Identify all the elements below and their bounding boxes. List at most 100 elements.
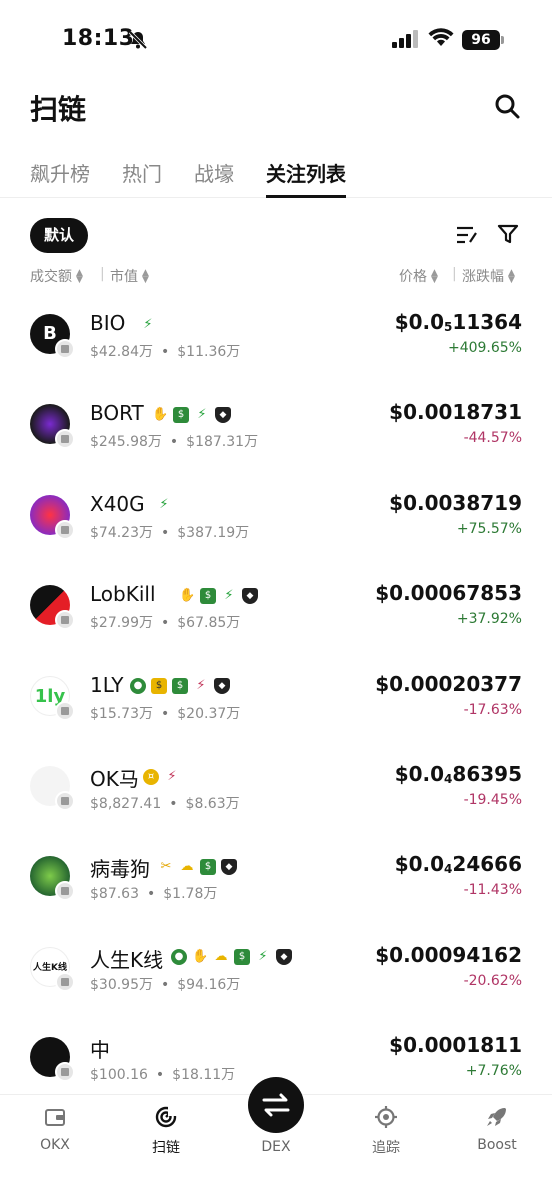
token-price: $0.0018731 — [389, 400, 522, 424]
token-row[interactable]: 病毒狗 ✂ ☁ $ ◆ $87.63 • $1.78万 $0.0424666 -11.43% — [0, 838, 552, 928]
price-prefix: $0.0 — [394, 310, 445, 334]
price-prefix: $0.00067853 — [375, 581, 522, 606]
price-prefix: $0.0 — [394, 762, 445, 786]
token-change: -19.45% — [463, 792, 522, 808]
tab-surge[interactable]: 飙升榜 — [30, 158, 90, 198]
token-volume: $15.73万 — [90, 705, 153, 722]
token-volume: $30.95万 — [90, 976, 153, 993]
token-name: LobKill — [90, 582, 156, 607]
tab-bar: 飙升榜 热门 战壕 关注列表 — [0, 154, 552, 198]
token-volume: $245.98万 — [90, 434, 162, 451]
token-volume: $74.23万 — [90, 524, 153, 541]
token-change: +7.76% — [465, 1063, 522, 1080]
token-price: $0.00020377 — [375, 672, 522, 696]
tab-trenches[interactable]: 战壕 — [194, 158, 234, 198]
page-header: 扫链 — [0, 84, 552, 134]
token-row[interactable]: X40G ⚡ $74.23万 • $387.19万 $0.0038719 +75.57% — [0, 477, 552, 567]
token-row[interactable]: B BIO ⚡ $42.84万 • $11.36万 $0.0511364 +409.65% — [0, 296, 552, 386]
token-mcap: $187.31万 — [186, 434, 259, 451]
token-row[interactable]: BORT ✋ $ ⚡ ◆ $245.98万 • $187.31万 $0.0018731 -44.5… — [0, 386, 552, 476]
token-row[interactable]: LobKill ✋ $ ⚡ ◆ $27.99万 • $67.85万 $0.00067853 +37… — [0, 567, 552, 657]
nav-scan-chain-label: 扫链 — [152, 1140, 180, 1156]
token-change: -11.43% — [463, 882, 522, 899]
signal-icon — [392, 30, 418, 48]
price-digits: 86395 — [452, 762, 522, 786]
token-name: 人生K线 — [90, 947, 164, 972]
dex-button[interactable] — [248, 1077, 304, 1133]
battery-tip — [501, 36, 504, 44]
page-title: 扫链 — [30, 93, 87, 126]
search-icon[interactable] — [493, 92, 521, 120]
tab-hot[interactable]: 热门 — [122, 158, 162, 198]
bag-tag-icon: $ — [173, 406, 189, 423]
column-change-label: 涨跌幅 — [462, 269, 504, 285]
token-name: 1LY — [90, 672, 124, 697]
token-name: 中 — [90, 1038, 110, 1063]
ghost-tag-icon: ◆ — [215, 406, 231, 423]
nav-boost-label: Boost — [477, 1137, 517, 1153]
token-mcap: $8.63万 — [185, 796, 240, 812]
nav-tracking-label: 追踪 — [372, 1140, 400, 1156]
chain-badge-icon — [55, 1062, 75, 1083]
separator-dot: • — [161, 705, 170, 722]
hand-tag-icon: ✋ — [192, 949, 209, 965]
token-tags: ● $ $ ⚡ ◆ — [130, 676, 235, 696]
bolt-red-tag-icon: ⚡ — [196, 678, 206, 694]
tab-watchlist[interactable]: 关注列表 — [266, 158, 346, 198]
token-tags: ● ✋ ☁ $ ⚡ ◆ — [171, 947, 297, 967]
separator-dot: • — [161, 615, 170, 632]
battery-level: 96 — [462, 30, 500, 50]
price-digits: 24666 — [452, 852, 522, 877]
chain-badge-icon — [55, 881, 75, 902]
token-stats: $27.99万 • $67.85万 — [90, 612, 240, 632]
wifi-icon — [428, 28, 454, 46]
sort-arrows-icon: ▲ ▼ — [142, 268, 149, 285]
nav-tracking[interactable]: 追踪 — [346, 1105, 426, 1157]
filter-row: 默认 — [0, 218, 552, 254]
sort-change[interactable]: 涨跌幅 ▲ ▼ — [462, 266, 515, 286]
hand-tag-icon: ✋ — [179, 587, 196, 603]
token-change: -44.57% — [463, 430, 522, 447]
price-prefix: $0.0018731 — [389, 400, 522, 425]
bolt-red-tag-icon: ⚡ — [167, 768, 177, 784]
token-row[interactable]: 人生K线 人生K线 ● ✋ ☁ $ ⚡ ◆ $30.95万 • $94.16万 $0.00094162… — [0, 929, 552, 1019]
token-row[interactable]: 1ly 1LY ● $ $ ⚡ ◆ $15.73万 • $20.37万 $0.00020377 -17… — [0, 658, 552, 748]
bolt-tag-icon: ⚡ — [143, 316, 153, 332]
target-icon — [375, 1106, 397, 1128]
token-stats: $15.73万 • $20.37万 — [90, 703, 240, 723]
bolt-tag-icon: ⚡ — [224, 587, 234, 603]
nav-okx[interactable]: OKX — [15, 1105, 95, 1153]
token-tags: ⚡ — [140, 314, 161, 334]
token-volume: $42.84万 — [90, 344, 153, 360]
price-prefix: $0.0001811 — [389, 1033, 522, 1058]
swap-icon — [262, 1093, 290, 1117]
ghost-tag-icon: ◆ — [242, 587, 258, 604]
token-change: +409.65% — [447, 340, 522, 356]
token-mcap: $1.78万 — [163, 886, 218, 903]
token-row[interactable]: OK马 ¤ ⚡ $8,827.41 • $8.63万 $0.0486395 -19.45% — [0, 748, 552, 838]
nav-boost[interactable]: Boost — [457, 1105, 537, 1153]
nav-scan-chain[interactable]: 扫链 — [126, 1105, 206, 1157]
default-chip[interactable]: 默认 — [30, 218, 89, 253]
token-name: 病毒狗 — [90, 857, 150, 882]
gem-tag-icon: ● — [171, 949, 187, 966]
token-volume: $100.16 — [90, 1067, 148, 1084]
status-time: 18:13 — [62, 26, 135, 51]
token-mcap: $67.85万 — [177, 615, 241, 632]
sort-volume[interactable]: 成交额 ▲ ▼ — [30, 266, 83, 286]
sort-arrows-icon: ▲ ▼ — [508, 268, 515, 285]
nav-okx-label: OKX — [40, 1137, 70, 1153]
filter-icon[interactable] — [497, 223, 519, 245]
sort-mcap[interactable]: 市值 ▲ ▼ — [110, 266, 149, 286]
sort-price[interactable]: 价格 ▲ ▼ — [399, 266, 438, 286]
bolt-tag-icon: ⚡ — [159, 497, 169, 513]
sort-icon[interactable] — [455, 224, 479, 246]
ghost-tag-icon: ◆ — [221, 858, 237, 875]
token-volume: $27.99万 — [90, 615, 153, 632]
separator-dot: • — [161, 976, 170, 993]
chef-tag-icon: ☁ — [214, 949, 228, 965]
token-mcap: $387.19万 — [177, 524, 250, 541]
token-tags: ¤ ⚡ — [143, 766, 185, 786]
bag-tag-icon: $ — [172, 678, 188, 695]
token-change: -20.62% — [463, 972, 522, 989]
